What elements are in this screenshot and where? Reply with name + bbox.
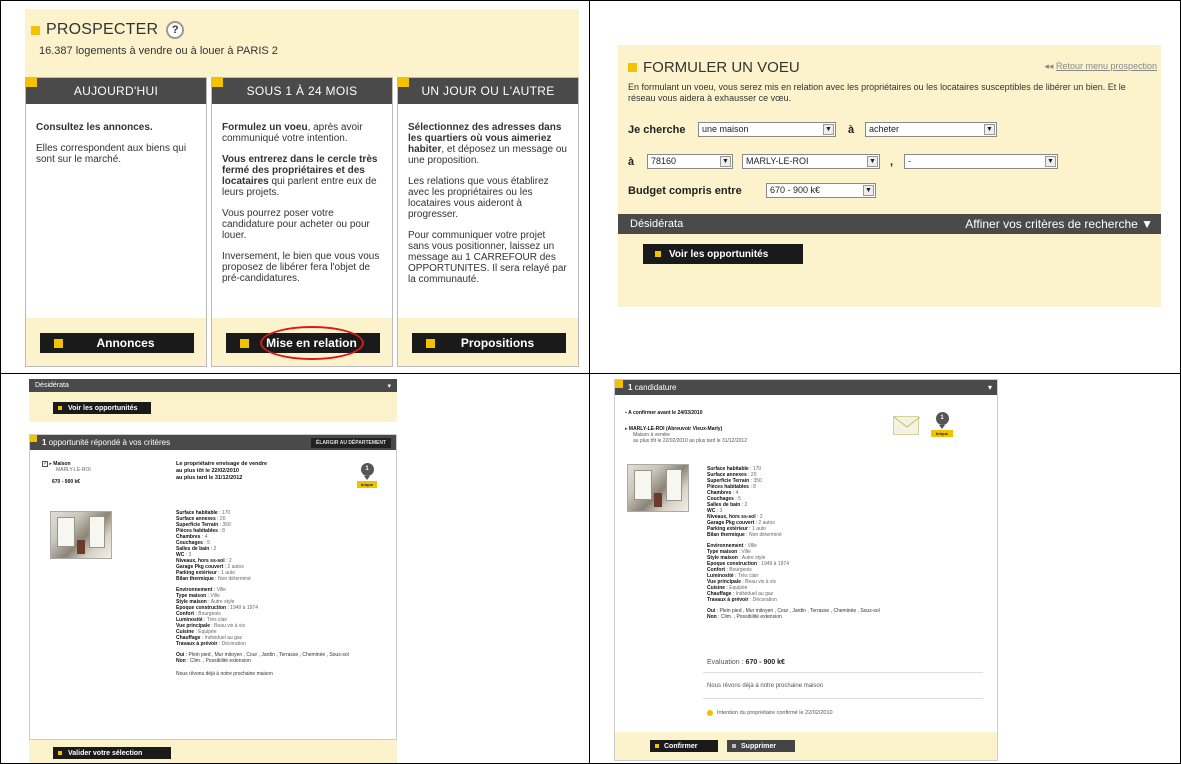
features-no: Non : Clim. , Possibilité extension: [707, 614, 782, 620]
column-un-jour: UN JOUR OU L'AUTRE Sélectionnez des adre…: [397, 77, 579, 367]
help-icon[interactable]: ?: [166, 21, 185, 39]
opportunite-panel: Désidérata ▾ Voir les opportunités 1 opp…: [0, 373, 590, 764]
voeu-intro: En formulant un voeu, vous serez mis en …: [628, 82, 1126, 103]
double-arrow-icon: ◂◂: [1044, 61, 1054, 71]
column-body: Formulez un voeu, après avoir communiqué…: [222, 122, 380, 284]
a-label-2: à: [628, 156, 635, 168]
chevron-down-icon: ▾: [987, 383, 992, 392]
listing-count: 16.387 logements à vendre ou à louer à P…: [39, 45, 278, 57]
prospecter-header: PROSPECTER ? 16.387 logements à vendre o…: [25, 9, 579, 77]
status-dot-icon: [707, 710, 713, 716]
column-body: Consultez les annonces. Elles correspond…: [36, 122, 187, 165]
envelope-icon[interactable]: [893, 416, 921, 435]
valider-selection-button[interactable]: Valider votre sélection: [53, 747, 171, 759]
back-link[interactable]: ◂◂ Retour menu prospection: [1044, 61, 1157, 72]
desiderata-bar[interactable]: Désidérata ▾: [29, 379, 397, 392]
chevron-down-icon: ▼: [867, 156, 878, 167]
propositions-button[interactable]: Propositions: [412, 333, 566, 353]
yellow-square-icon: [628, 63, 637, 72]
voir-opportunites-button[interactable]: Voir les opportunités: [643, 244, 803, 264]
candidature-panel: 1 candidature ▾ ▪ A confirmer avant le 2…: [589, 373, 1181, 764]
formuler-voeu-panel: FORMULER UN VOEU ◂◂ Retour menu prospect…: [589, 0, 1181, 374]
highlight-circle: [260, 326, 364, 360]
property-photo[interactable]: [50, 511, 112, 559]
property-specs: Surface habitable : 170 Surface annexes :…: [176, 510, 366, 677]
district-select[interactable]: - ▼: [904, 154, 1058, 169]
evaluation: Evaluation : 670 - 900 k€: [707, 659, 785, 666]
chevron-down-icon: ▼: [720, 156, 731, 167]
action-select[interactable]: acheter ▼: [865, 122, 997, 137]
owner-intent: Le propriétaire envisage de vendre au pl…: [176, 461, 268, 481]
cta-area: Voir les opportunités: [29, 392, 397, 422]
divider: [703, 672, 983, 673]
postal-code-select[interactable]: 78160 ▼: [647, 154, 733, 169]
city-select[interactable]: MARLY-LE-ROI ▼: [742, 154, 880, 169]
features-no: Non : Clim. , Possibilité extension: [176, 658, 251, 664]
candidature-frame: 1 candidature ▾ ▪ A confirmer avant le 2…: [614, 379, 998, 761]
column-sous-24-mois: SOUS 1 À 24 MOIS Formulez un voeu, après…: [211, 77, 393, 367]
property-photo[interactable]: [627, 464, 689, 512]
prospecter-panel: PROSPECTER ? 16.387 logements à vendre o…: [0, 0, 590, 374]
yellow-square-icon: [31, 25, 40, 35]
dream-text: Nous rêvons déjà à notre prochaine maiso…: [707, 683, 824, 689]
column-header: AUJOURD'HUI: [25, 77, 206, 104]
result-item[interactable]: ✓ ▸ Maison MARLY-LE-ROI 670 - 900 k€: [42, 461, 91, 485]
checkbox-icon[interactable]: ✓: [42, 461, 48, 467]
a-label: à: [848, 124, 855, 136]
results-header: 1 opportunité répondé à vos critères ÉLA…: [30, 435, 396, 450]
candidature-header[interactable]: 1 candidature ▾: [615, 380, 997, 395]
comma-separator: ,: [890, 156, 894, 168]
annonces-button[interactable]: Annonces: [40, 333, 194, 353]
supprimer-button[interactable]: Supprimer: [727, 740, 795, 752]
voeu-title-row: FORMULER UN VOEU: [628, 59, 800, 76]
voir-opportunites-button[interactable]: Voir les opportunités: [53, 402, 151, 414]
candidature-item[interactable]: ▸ MARLY-LE-ROI (Abreuvoir Vieux-Marly) M…: [625, 426, 747, 444]
budget-label: Budget compris entre: [628, 185, 742, 197]
cta-area: Voir les opportunités: [618, 234, 1161, 276]
chevron-down-icon: ▼: [863, 185, 874, 196]
chevron-down-icon: ▼: [984, 124, 995, 135]
desiderata-bar[interactable]: Désidérata Affiner vos critères de reche…: [618, 214, 1161, 234]
brique-pin-icon: 1 brique: [357, 463, 377, 488]
prospecter-title-row: PROSPECTER ?: [31, 21, 185, 39]
column-header: UN JOUR OU L'AUTRE: [397, 77, 578, 104]
chevron-down-icon: ▼: [1045, 156, 1056, 167]
dream-text: Nous rêvons déjà à notre prochaine maiso…: [176, 671, 273, 677]
budget-select[interactable]: 670 - 900 k€ ▼: [766, 183, 876, 198]
column-footer: Mise en relation: [212, 318, 392, 366]
chevron-down-icon: ▾: [387, 382, 391, 390]
confirm-deadline: ▪ A confirmer avant le 24/03/2010: [625, 410, 703, 416]
column-header: SOUS 1 À 24 MOIS: [211, 77, 392, 104]
confirmer-button[interactable]: Confirmer: [650, 740, 718, 752]
actions-area: Confirmer Supprimer: [615, 732, 997, 760]
column-footer: Annonces: [26, 318, 206, 366]
elargir-departement-button[interactable]: ÉLARGIR AU DÉPARTEMENT: [311, 437, 391, 448]
property-type-select[interactable]: une maison ▼: [698, 122, 836, 137]
divider: [703, 698, 983, 699]
voeu-form: FORMULER UN VOEU ◂◂ Retour menu prospect…: [618, 45, 1161, 307]
voeu-title: FORMULER UN VOEU: [643, 59, 800, 76]
column-body: Sélectionnez des adresses dans les quart…: [408, 122, 567, 285]
brique-pin-icon: 1 brique: [931, 412, 953, 437]
column-aujourdhui: AUJOURD'HUI Consultez les annonces. Elle…: [25, 77, 207, 367]
refine-criteria-toggle[interactable]: Affiner vos critères de recherche ▼: [965, 217, 1153, 231]
property-specs: Surface habitable : 170 Surface annexes :…: [707, 466, 977, 620]
results-panel: 1 opportunité répondé à vos critères ÉLA…: [29, 434, 397, 740]
je-cherche-label: Je cherche: [628, 124, 686, 136]
chevron-down-icon: ▼: [823, 124, 834, 135]
column-footer: Propositions: [398, 318, 578, 366]
validate-area: Valider votre sélection: [29, 740, 397, 763]
owner-intention: Intention du propriétaire confirmé le 22…: [707, 710, 833, 716]
page-title: PROSPECTER: [46, 21, 159, 38]
